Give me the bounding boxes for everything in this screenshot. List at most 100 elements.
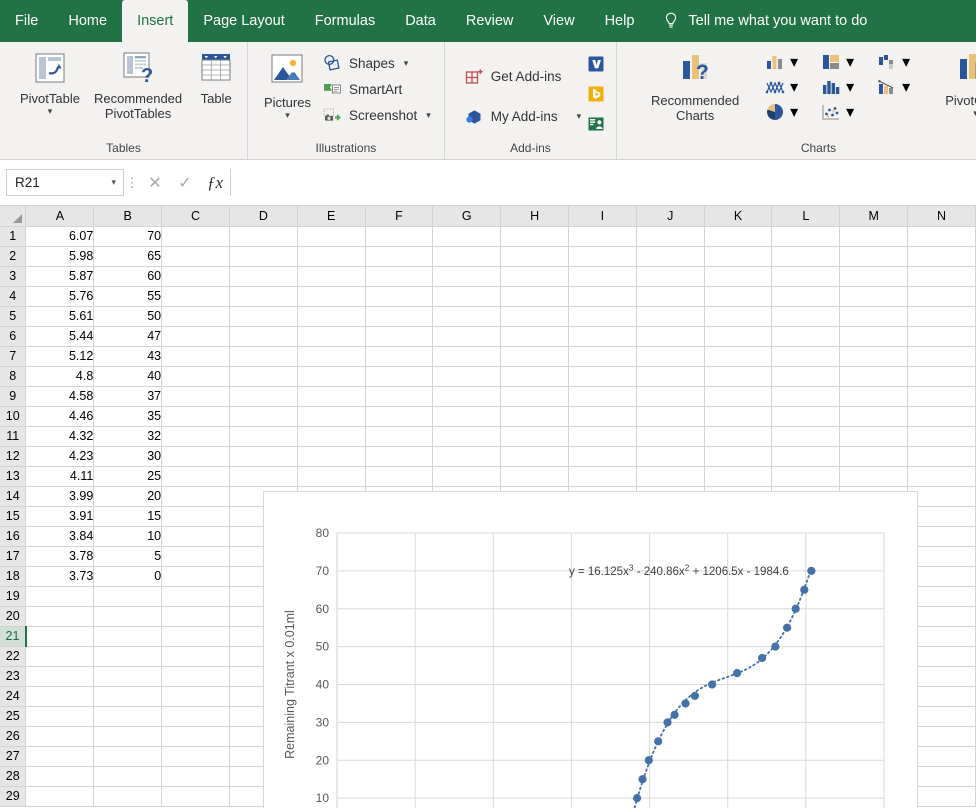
chevron-down-icon[interactable]: ▾	[111, 177, 116, 188]
row-header-14[interactable]: 14	[0, 486, 27, 507]
get-addins-button[interactable]: Get Add-ins	[459, 64, 586, 90]
cell-B19[interactable]	[93, 586, 163, 607]
row-header-8[interactable]: 8	[0, 366, 27, 387]
cell-C19[interactable]	[161, 586, 230, 607]
cell-I4[interactable]	[568, 286, 637, 307]
cell-K8[interactable]	[704, 366, 773, 387]
cell-D7[interactable]	[229, 346, 298, 367]
cell-G3[interactable]	[432, 266, 502, 287]
cell-N1[interactable]	[907, 226, 976, 247]
cell-A28[interactable]	[25, 766, 95, 787]
cell-B26[interactable]	[93, 726, 163, 747]
cell-M9[interactable]	[839, 386, 909, 407]
cancel-entry-button[interactable]: ✕	[140, 173, 170, 193]
cell-C8[interactable]	[161, 366, 230, 387]
row-header-29[interactable]: 29	[0, 786, 27, 807]
cell-C12[interactable]	[161, 446, 230, 467]
cell-C17[interactable]	[161, 546, 230, 567]
cell-I7[interactable]	[568, 346, 637, 367]
cell-N10[interactable]	[907, 406, 976, 427]
row-header-10[interactable]: 10	[0, 406, 27, 427]
row-header-2[interactable]: 2	[0, 246, 27, 267]
cell-I3[interactable]	[568, 266, 637, 287]
cell-C24[interactable]	[161, 686, 230, 707]
cell-A2[interactable]: 5.98	[25, 246, 95, 267]
cell-H2[interactable]	[500, 246, 570, 267]
cell-J3[interactable]	[636, 266, 705, 287]
cell-I13[interactable]	[568, 466, 637, 487]
pivottable-button[interactable]: PivotTable ▾	[14, 46, 86, 119]
row-header-19[interactable]: 19	[0, 586, 27, 607]
cell-I9[interactable]	[568, 386, 637, 407]
chevron-down-icon[interactable]: ▾	[790, 102, 798, 122]
cell-E12[interactable]	[297, 446, 366, 467]
cell-J12[interactable]	[636, 446, 705, 467]
cell-I1[interactable]	[568, 226, 637, 247]
cell-J13[interactable]	[636, 466, 705, 487]
cell-A25[interactable]	[25, 706, 95, 727]
cell-A12[interactable]: 4.23	[25, 446, 95, 467]
ribbon-tab-insert[interactable]: Insert	[122, 0, 189, 42]
cell-B11[interactable]: 32	[93, 426, 163, 447]
cell-B8[interactable]: 40	[93, 366, 163, 387]
cell-F2[interactable]	[365, 246, 434, 267]
cell-J6[interactable]	[636, 326, 705, 347]
cell-L10[interactable]	[771, 406, 841, 427]
cell-C7[interactable]	[161, 346, 230, 367]
chevron-down-icon[interactable]: ▾	[846, 102, 854, 122]
cell-D8[interactable]	[229, 366, 298, 387]
cell-M5[interactable]	[839, 306, 909, 327]
cell-M11[interactable]	[839, 426, 909, 447]
pivotchart-button[interactable]: PivotChart ▾	[939, 46, 976, 121]
cell-B5[interactable]: 50	[93, 306, 163, 327]
cell-K1[interactable]	[704, 226, 773, 247]
cell-G6[interactable]	[432, 326, 502, 347]
cell-C5[interactable]	[161, 306, 230, 327]
cell-I6[interactable]	[568, 326, 637, 347]
cell-B28[interactable]	[93, 766, 163, 787]
cell-A23[interactable]	[25, 666, 95, 687]
cell-I5[interactable]	[568, 306, 637, 327]
chevron-down-icon[interactable]: ▾	[902, 77, 910, 97]
row-header-24[interactable]: 24	[0, 686, 27, 707]
cell-K4[interactable]	[704, 286, 773, 307]
cell-B20[interactable]	[93, 606, 163, 627]
cell-C25[interactable]	[161, 706, 230, 727]
cell-G4[interactable]	[432, 286, 502, 307]
cell-B23[interactable]	[93, 666, 163, 687]
cell-A22[interactable]	[25, 646, 95, 667]
cell-K6[interactable]	[704, 326, 773, 347]
row-header-28[interactable]: 28	[0, 766, 27, 787]
cell-D11[interactable]	[229, 426, 298, 447]
cell-C10[interactable]	[161, 406, 230, 427]
cell-E13[interactable]	[297, 466, 366, 487]
cell-G5[interactable]	[432, 306, 502, 327]
cell-F10[interactable]	[365, 406, 434, 427]
cell-H4[interactable]	[500, 286, 570, 307]
recommended-charts-button[interactable]: ? Recommended Charts	[635, 46, 755, 126]
cell-L9[interactable]	[771, 386, 841, 407]
cell-I11[interactable]	[568, 426, 637, 447]
cell-A13[interactable]: 4.11	[25, 466, 95, 487]
cell-H7[interactable]	[500, 346, 570, 367]
cell-A1[interactable]: 6.07	[25, 226, 95, 247]
cell-L2[interactable]	[771, 246, 841, 267]
cell-D1[interactable]	[229, 226, 298, 247]
cell-M13[interactable]	[839, 466, 909, 487]
chart-object[interactable]: 0102030405060708001234567y = 16.125x3 - …	[263, 491, 918, 808]
cell-C13[interactable]	[161, 466, 230, 487]
cell-B21[interactable]	[93, 626, 163, 647]
cell-J8[interactable]	[636, 366, 705, 387]
cell-J4[interactable]	[636, 286, 705, 307]
cell-F4[interactable]	[365, 286, 434, 307]
cell-M4[interactable]	[839, 286, 909, 307]
cell-B22[interactable]	[93, 646, 163, 667]
cell-D13[interactable]	[229, 466, 298, 487]
row-header-7[interactable]: 7	[0, 346, 27, 367]
cell-N4[interactable]	[907, 286, 976, 307]
cell-E7[interactable]	[297, 346, 366, 367]
row-header-18[interactable]: 18	[0, 566, 27, 587]
ribbon-tab-review[interactable]: Review	[451, 0, 529, 42]
column-header-b[interactable]: B	[93, 206, 163, 227]
cell-L6[interactable]	[771, 326, 841, 347]
